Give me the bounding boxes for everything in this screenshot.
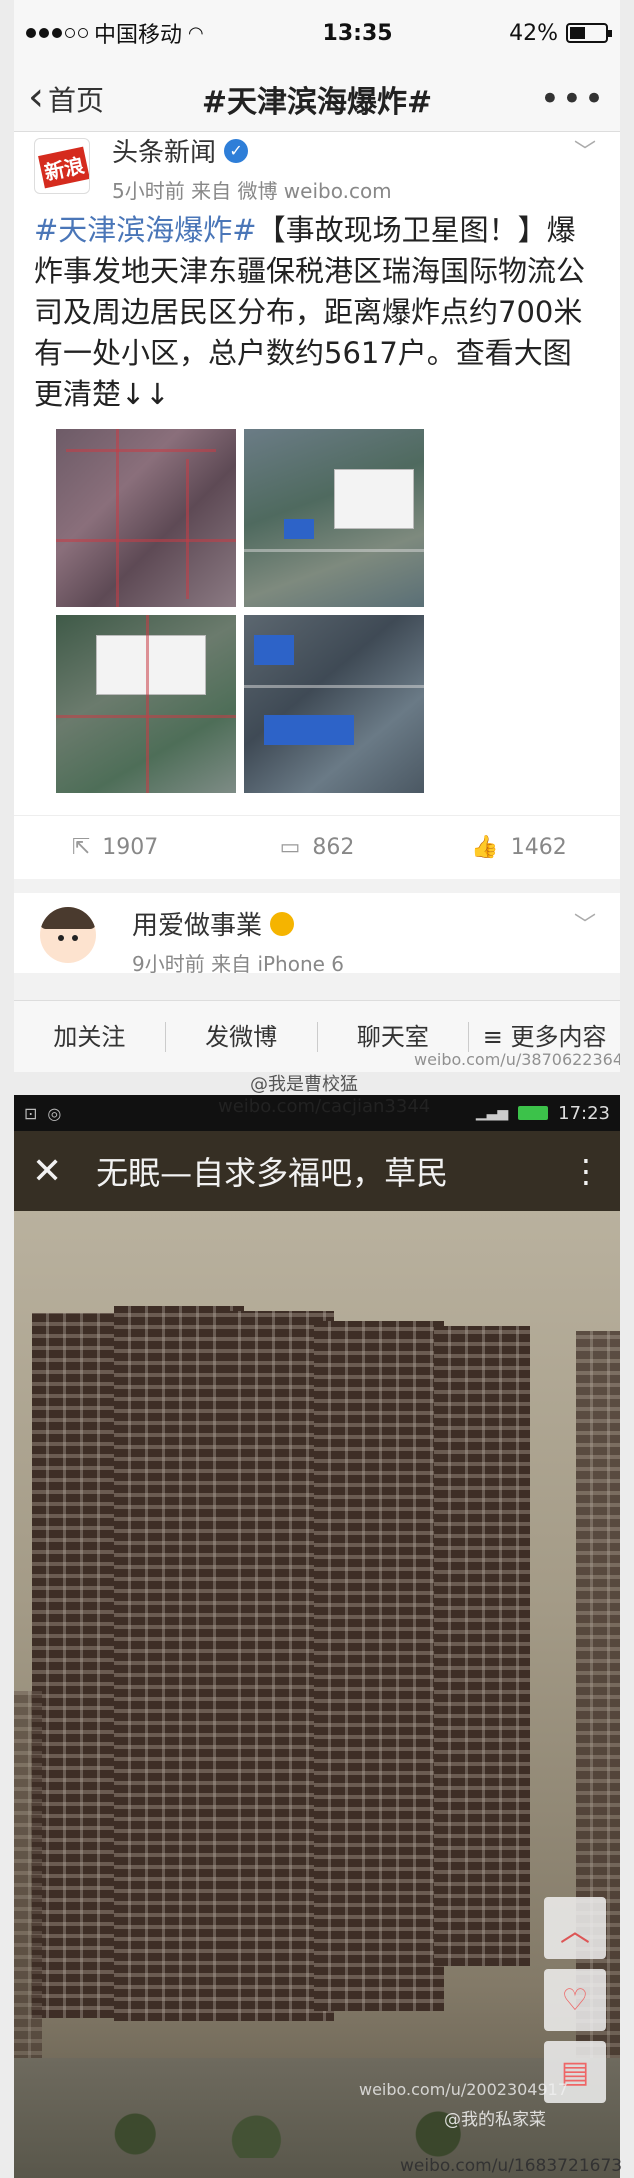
follow-button[interactable]: 加关注	[14, 1021, 166, 1052]
status-time: 13:35	[322, 20, 393, 46]
status-time: 17:23	[558, 1102, 610, 1124]
weibo-iphone-screenshot: 中国移动 ◠ 13:35 42% ‹ 首页 #天津滨海爆炸# ••• 新浪 头条…	[14, 0, 620, 1072]
post-text: #天津滨海爆炸#【事故现场卫星图！】爆炸事发地天津东疆保税港区瑞海国际物流公司及…	[34, 210, 600, 415]
carrier-label: 中国移动	[94, 23, 183, 48]
photo-viewer-screenshot: ⊡ ◎ ▁▃▅ 17:23 ✕ 无眠—自求多福吧，草民 ⋮ ︿ ♡ ▤ weib…	[14, 1095, 620, 2178]
watermark: weibo.com/u/2002304917	[359, 2080, 569, 2099]
battery-icon	[518, 1106, 549, 1120]
satellite-image[interactable]	[244, 615, 424, 793]
watermark: weibo.com/u/1683721673	[400, 2156, 623, 2176]
like-count: 1462	[510, 835, 567, 860]
post-card-2: 用爱做事業 9小时前 来自 iPhone 6 ﹀	[14, 893, 620, 976]
ios-status-bar: 中国移动 ◠ 13:35 42%	[14, 0, 620, 66]
chevron-down-icon[interactable]: ﹀	[574, 134, 596, 166]
author-name[interactable]: 头条新闻	[112, 132, 216, 169]
comment-icon: ▭	[279, 835, 301, 860]
watermark: weibo.com/cacjian3344	[218, 1096, 431, 1117]
repost-icon: ⇱	[71, 835, 91, 860]
nav-bar: ✕ 无眠—自求多福吧，草民 ⋮	[14, 1131, 620, 1211]
avatar[interactable]: 新浪	[34, 138, 90, 194]
like-button[interactable]: ♡	[544, 1969, 606, 2031]
page-title: #天津滨海爆炸#	[201, 84, 433, 120]
satellite-image[interactable]	[244, 429, 424, 607]
chevron-down-icon[interactable]: ﹀	[574, 907, 596, 939]
screenshot-icon: ⊡	[24, 1103, 38, 1123]
chevron-left-icon: ‹	[28, 73, 44, 120]
wifi-icon: ◠	[188, 22, 204, 44]
more-content-button[interactable]: ≡ 更多内容	[469, 1022, 620, 1052]
building-photo[interactable]	[14, 1211, 620, 2178]
author-name[interactable]: 用爱做事業	[132, 905, 262, 942]
battery-icon	[566, 23, 612, 43]
watermark: @我是曹校猛	[250, 1074, 358, 1095]
more-menu-button[interactable]: •••	[540, 79, 606, 119]
signal-icon: ▁▃▅	[475, 1105, 509, 1121]
post-actions: ⇱ 1907 ▭ 862 👍 1462	[14, 815, 620, 879]
comment-button[interactable]: ▭ 862	[216, 835, 418, 860]
post-meta: 5小时前 来自 微博 weibo.com	[112, 179, 392, 203]
chat-room-button[interactable]: 聊天室	[318, 1021, 470, 1052]
post-meta: 9小时前 来自 iPhone 6	[132, 952, 345, 976]
satellite-image[interactable]	[56, 429, 236, 607]
watermark: weibo.com/u/3870622364702	[414, 1050, 620, 1069]
hashtag-link[interactable]: #天津滨海爆炸#	[34, 213, 257, 247]
close-button[interactable]: ✕	[32, 1151, 62, 1192]
post-weibo-button[interactable]: 发微博	[166, 1021, 318, 1052]
watermark: @我的私家菜	[444, 2110, 546, 2130]
verified-icon: ✓	[224, 138, 249, 163]
image-grid	[56, 429, 600, 793]
thumbs-up-icon: 👍	[471, 835, 499, 860]
overflow-menu-button[interactable]: ⋮	[570, 1152, 602, 1190]
chevron-up-icon: ︿	[560, 1914, 590, 1949]
nav-bar: ‹ 首页 #天津滨海爆炸# •••	[14, 66, 620, 132]
battery-percent: 42%	[509, 20, 558, 46]
satellite-image[interactable]	[56, 615, 236, 793]
avatar[interactable]	[40, 907, 96, 963]
emoji-icon	[270, 911, 295, 936]
post-card: 新浪 头条新闻 ✓ 5小时前 来自 微博 weibo.com ﹀ #天津滨海爆炸…	[14, 132, 620, 879]
like-button[interactable]: 👍 1462	[418, 835, 620, 860]
signal-dots-icon	[26, 28, 88, 38]
repost-count: 1907	[102, 835, 159, 860]
heart-icon: ♡	[561, 1982, 589, 2018]
weibo-icon: ◎	[47, 1103, 62, 1123]
back-label: 首页	[48, 83, 105, 117]
scroll-up-button[interactable]: ︿	[544, 1897, 606, 1959]
back-button[interactable]: ‹ 首页	[28, 73, 105, 120]
page-title: 无眠—自求多福吧，草民	[96, 1154, 449, 1192]
post-header: 新浪 头条新闻 ✓ 5小时前 来自 微博 weibo.com ﹀	[34, 132, 600, 203]
comment-count: 862	[312, 835, 355, 860]
repost-button[interactable]: ⇱ 1907	[14, 835, 216, 860]
